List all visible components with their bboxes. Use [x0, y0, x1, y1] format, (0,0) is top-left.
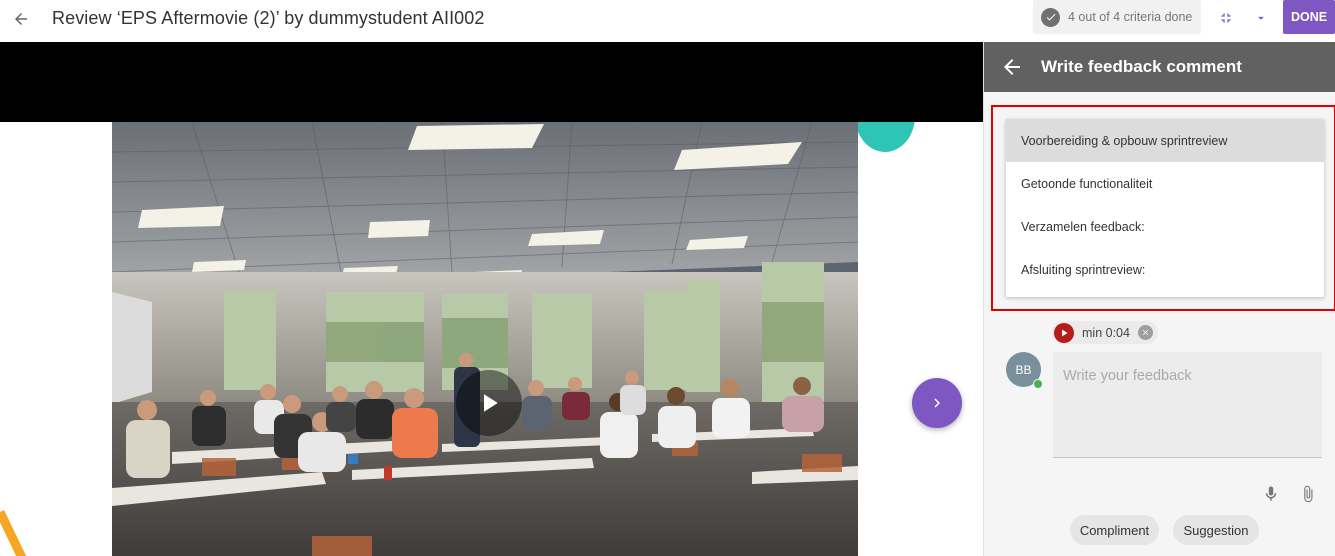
next-button[interactable] [912, 378, 962, 428]
video-player[interactable] [112, 122, 858, 556]
arrow-left-icon [1004, 59, 1020, 75]
feedback-panel: Write feedback comment Voorbereiding & o… [983, 42, 1335, 556]
criteria-option[interactable]: Afsluiting sprintreview: [1006, 248, 1324, 291]
highlight-frame: Voorbereiding & opbouw sprintreview Geto… [991, 105, 1335, 311]
play-icon [484, 394, 498, 412]
criteria-option[interactable]: Getoonde functionaliteit [1006, 162, 1324, 205]
online-status-dot [1033, 379, 1043, 389]
microphone-button[interactable] [1262, 483, 1280, 505]
feedback-input[interactable] [1053, 352, 1322, 458]
criteria-dropdown: Voorbereiding & opbouw sprintreview Geto… [1006, 119, 1324, 297]
panel-title: Write feedback comment [1041, 57, 1242, 76]
play-button[interactable] [456, 370, 522, 436]
paperclip-icon [1304, 485, 1313, 503]
check-circle-icon [1041, 7, 1060, 27]
panel-back-button[interactable] [1000, 55, 1024, 79]
criteria-status-text: 4 out of 4 criteria done [1068, 10, 1193, 24]
back-button[interactable] [8, 6, 34, 32]
chevron-right-icon [934, 398, 940, 408]
attach-button[interactable] [1299, 483, 1317, 505]
microphone-icon [1265, 486, 1277, 501]
done-button[interactable]: DONE [1283, 0, 1335, 34]
orange-decoration [0, 510, 27, 556]
video-frame-image [112, 122, 858, 556]
view-mode-toggle[interactable] [1218, 6, 1268, 30]
criteria-option[interactable]: Voorbereiding & opbouw sprintreview [1006, 119, 1324, 162]
panel-header: Write feedback comment [984, 42, 1335, 92]
timestamp-label: min 0:04 [1082, 325, 1130, 340]
fullscreen-exit-icon [1221, 13, 1231, 23]
timestamp-play-button[interactable] [1054, 322, 1074, 343]
caret-down-icon [1258, 16, 1264, 20]
play-icon [1062, 329, 1068, 336]
suggestion-chip[interactable]: Suggestion [1173, 515, 1259, 545]
criteria-status: 4 out of 4 criteria done [1033, 0, 1201, 34]
page-title: Review ‘EPS Aftermovie (2)’ by dummystud… [52, 8, 485, 28]
arrow-left-icon [15, 13, 27, 25]
close-icon [1142, 329, 1149, 336]
criteria-option[interactable]: Verzamelen feedback: [1006, 205, 1324, 248]
timestamp-chip: min 0:04 [1052, 321, 1158, 344]
compliment-chip[interactable]: Compliment [1070, 515, 1159, 545]
video-letterbox [0, 42, 983, 122]
top-bar: Review ‘EPS Aftermovie (2)’ by dummystud… [0, 0, 1335, 42]
timestamp-remove-button[interactable] [1137, 325, 1153, 340]
teal-decoration [855, 122, 915, 152]
video-canvas [0, 122, 983, 556]
